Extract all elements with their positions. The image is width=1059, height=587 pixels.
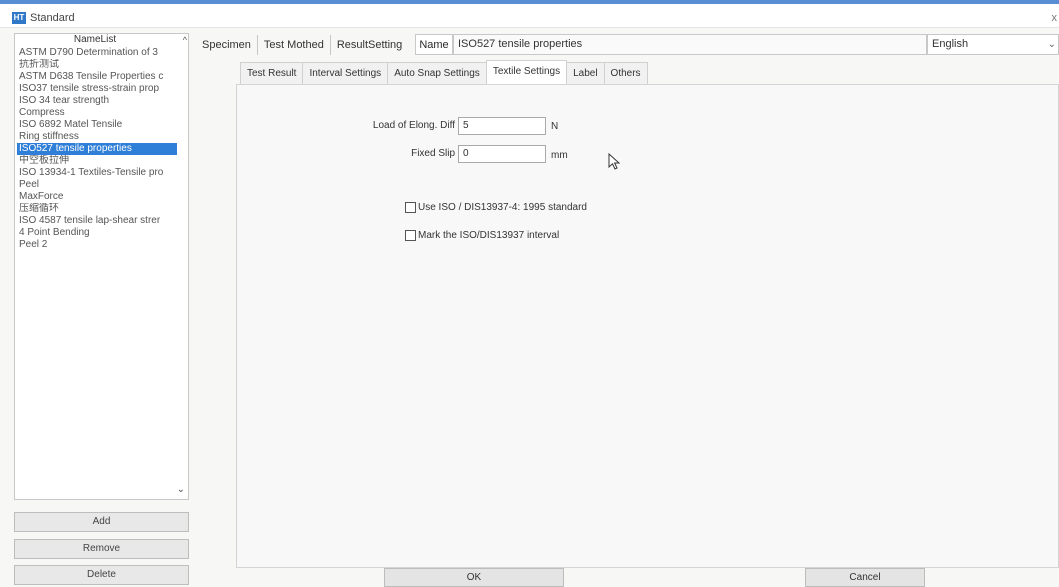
name-input[interactable]: ISO527 tensile properties [453, 34, 927, 55]
list-item[interactable]: 抗折测试 [17, 59, 177, 71]
iso13937-interval-label: Mark the ISO/DIS13937 interval [418, 230, 560, 241]
namelist-header: NameList [73, 34, 117, 45]
tab-specimen[interactable]: Specimen [196, 35, 258, 55]
checkbox-box[interactable] [405, 230, 416, 241]
close-icon[interactable]: x [1052, 12, 1058, 24]
name-label: Name [415, 34, 453, 55]
list-item[interactable]: 4 Point Bending [17, 227, 177, 239]
scroll-down-icon[interactable]: ⌄ [177, 484, 185, 495]
list-item[interactable]: ASTM D638 Tensile Properties c [17, 71, 177, 83]
list-item[interactable]: ASTM D790 Determination of 3 [17, 47, 177, 59]
load-unit: N [551, 121, 559, 132]
list-item[interactable]: Compress [17, 107, 177, 119]
load-elong-diff-label: Load of Elong. Diff [372, 120, 455, 131]
scroll-up-icon[interactable]: ^ [183, 35, 187, 45]
tab-interval-settings[interactable]: Interval Settings [302, 62, 389, 84]
list-item[interactable]: ISO37 tensile stress-strain prop [17, 83, 177, 95]
remove-button[interactable]: Remove [14, 539, 189, 559]
tab-textile-settings[interactable]: Textile Settings [485, 60, 568, 84]
namelist-panel[interactable]: NameList ^ ASTM D790 Determination of 3抗… [14, 33, 189, 500]
list-item[interactable]: 中空板拉伸 [17, 155, 177, 167]
load-elong-diff-input[interactable]: 5 [458, 117, 546, 135]
list-item[interactable]: ISO527 tensile properties [17, 143, 177, 155]
list-item[interactable]: ISO 4587 tensile lap-shear strer [17, 215, 177, 227]
namelist-items: ASTM D790 Determination of 3 抗折测试 ASTM D63… [17, 47, 177, 251]
top-tabs: Specimen Test Mothed ResultSetting [196, 34, 408, 56]
tab-test-result[interactable]: Test Result [240, 62, 304, 84]
checkbox-box[interactable] [405, 202, 416, 213]
tab-auto-snap-settings[interactable]: Auto Snap Settings [387, 62, 487, 84]
ok-button[interactable]: OK [384, 568, 564, 587]
tab-test-method[interactable]: Test Mothed [258, 35, 331, 55]
iso13937-standard-checkbox[interactable]: Use ISO / DIS13937-4: 1995 standard [405, 202, 587, 213]
mouse-cursor-icon [608, 153, 621, 170]
list-item[interactable]: Peel [17, 179, 177, 191]
list-item[interactable]: ISO 6892 Matel Tensile [17, 119, 177, 131]
fixed-slip-label: Fixed Slip [411, 148, 455, 159]
app-icon: HT [12, 12, 26, 24]
iso13937-interval-checkbox[interactable]: Mark the ISO/DIS13937 interval [405, 230, 559, 241]
language-select[interactable]: English ⌄ [927, 34, 1059, 55]
iso13937-standard-label: Use ISO / DIS13937-4: 1995 standard [418, 202, 587, 213]
fixed-slip-input[interactable]: 0 [458, 145, 546, 163]
list-item[interactable]: ISO 13934-1 Textiles-Tensile pro [17, 167, 177, 179]
list-item[interactable]: 压缩循环 [17, 203, 177, 215]
tab-others[interactable]: Others [603, 62, 648, 84]
inner-tabs: Test Result Interval Settings Auto Snap … [240, 60, 648, 84]
list-item[interactable]: MaxForce [17, 191, 177, 203]
add-button[interactable]: Add [14, 512, 189, 532]
title-bar: HT Standard x [0, 4, 1059, 28]
language-value: English [932, 38, 969, 50]
window-title: Standard [30, 12, 75, 24]
tab-label[interactable]: Label [566, 62, 605, 84]
list-item[interactable]: Peel 2 [17, 239, 177, 251]
delete-button[interactable]: Delete [14, 565, 189, 585]
tab-result-setting[interactable]: ResultSetting [331, 35, 408, 55]
cancel-button[interactable]: Cancel [805, 568, 925, 587]
list-item[interactable]: Ring stiffness [17, 131, 177, 143]
chevron-down-icon: ⌄ [1047, 39, 1056, 50]
slip-unit: mm [551, 150, 568, 161]
list-item[interactable]: ISO 34 tear strength [17, 95, 177, 107]
